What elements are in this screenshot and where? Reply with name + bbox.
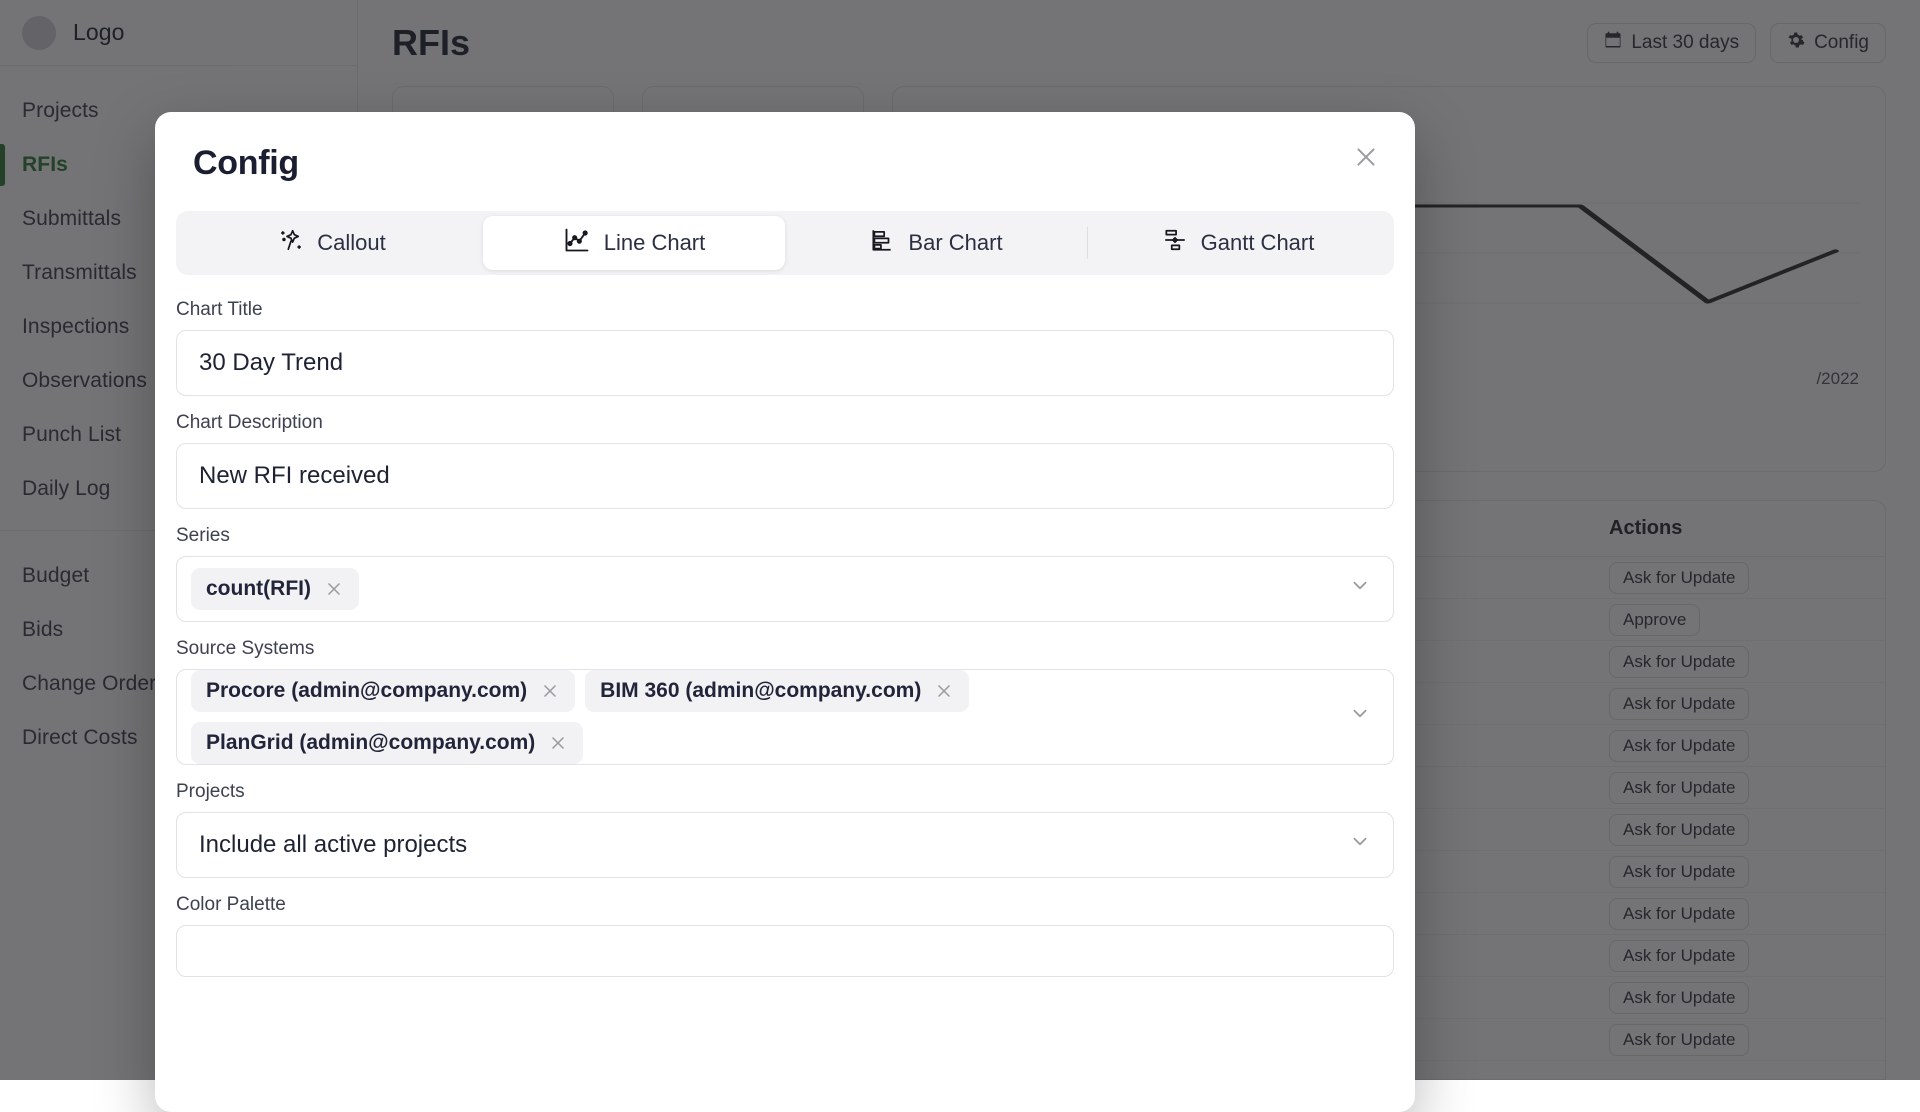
chevron-down-icon (1349, 831, 1371, 860)
callout-icon (278, 227, 304, 259)
field-label: Chart Description (176, 412, 1394, 434)
field-label: Chart Title (176, 299, 1394, 321)
field-chart-title: Chart Title 30 Day Trend (176, 299, 1394, 396)
field-label: Color Palette (176, 894, 1394, 916)
field-projects: Projects Include all active projects (176, 781, 1394, 878)
source-systems-multiselect[interactable]: Procore (admin@company.com) BIM 360 (adm… (176, 669, 1394, 765)
tab-callout[interactable]: Callout (181, 216, 483, 270)
chip-label: Procore (admin@company.com) (206, 679, 527, 703)
series-multiselect[interactable]: count(RFI) (176, 556, 1394, 622)
chip-label: count(RFI) (206, 577, 311, 601)
chart-title-input[interactable]: 30 Day Trend (176, 330, 1394, 396)
chip-remove-icon[interactable] (324, 579, 344, 599)
projects-select-value: Include all active projects (199, 831, 467, 859)
close-icon[interactable] (1347, 138, 1385, 176)
source-system-chip[interactable]: BIM 360 (admin@company.com) (585, 670, 969, 712)
chart-description-input[interactable]: New RFI received (176, 443, 1394, 509)
chip-label: BIM 360 (admin@company.com) (600, 679, 921, 703)
source-system-chip[interactable]: Procore (admin@company.com) (191, 670, 575, 712)
bar-chart-icon (869, 227, 895, 259)
field-label: Projects (176, 781, 1394, 803)
tab-label: Line Chart (604, 230, 706, 256)
chevron-down-icon (1349, 703, 1371, 732)
tab-label: Callout (317, 230, 385, 256)
tab-label: Gantt Chart (1201, 230, 1315, 256)
field-label: Source Systems (176, 638, 1394, 660)
chip-label: PlanGrid (admin@company.com) (206, 731, 535, 755)
modal-title: Config (193, 144, 1377, 183)
tab-line-chart[interactable]: Line Chart (483, 216, 785, 270)
tab-bar-chart[interactable]: Bar Chart (785, 216, 1087, 270)
field-label: Series (176, 525, 1394, 547)
gantt-chart-icon (1162, 227, 1188, 259)
chevron-down-icon (1349, 575, 1371, 604)
field-series: Series count(RFI) (176, 525, 1394, 622)
config-modal: Config Callout Line Chart (155, 112, 1415, 1112)
chart-type-tabs: Callout Line Chart Bar Chart (176, 211, 1394, 275)
field-source-systems: Source Systems Procore (admin@company.co… (176, 638, 1394, 765)
modal-header: Config (155, 112, 1415, 183)
projects-select[interactable]: Include all active projects (176, 812, 1394, 878)
tab-gantt-chart[interactable]: Gantt Chart (1087, 216, 1389, 270)
field-chart-description: Chart Description New RFI received (176, 412, 1394, 509)
chip-remove-icon[interactable] (548, 733, 568, 753)
field-color-palette: Color Palette (176, 894, 1394, 977)
color-palette-select[interactable] (176, 925, 1394, 977)
config-form: Chart Title 30 Day Trend Chart Descripti… (155, 275, 1415, 977)
chip-remove-icon[interactable] (934, 681, 954, 701)
source-system-chip[interactable]: PlanGrid (admin@company.com) (191, 722, 583, 764)
series-chip[interactable]: count(RFI) (191, 568, 359, 610)
tab-label: Bar Chart (908, 230, 1002, 256)
chip-remove-icon[interactable] (540, 681, 560, 701)
line-chart-icon (563, 226, 591, 260)
